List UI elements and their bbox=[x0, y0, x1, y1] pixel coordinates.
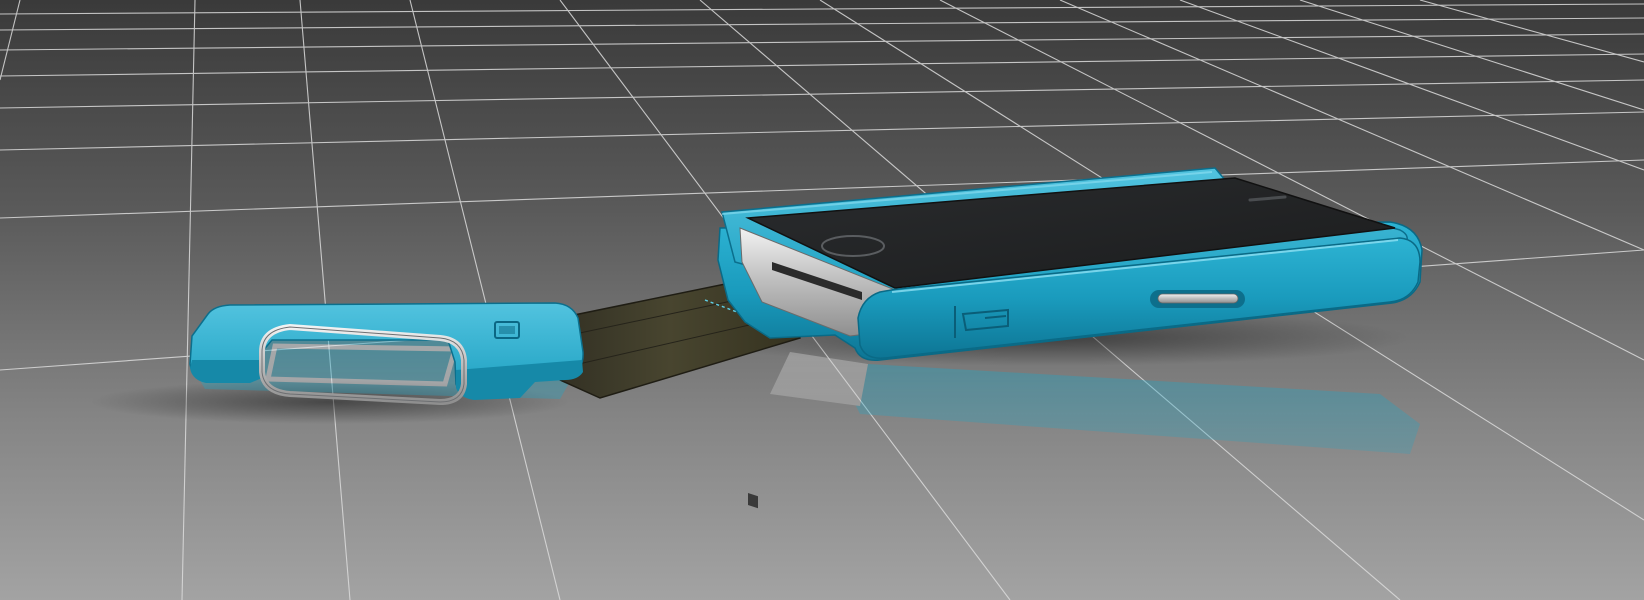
product-render-scene bbox=[0, 0, 1644, 600]
render-viewport bbox=[0, 0, 1644, 600]
